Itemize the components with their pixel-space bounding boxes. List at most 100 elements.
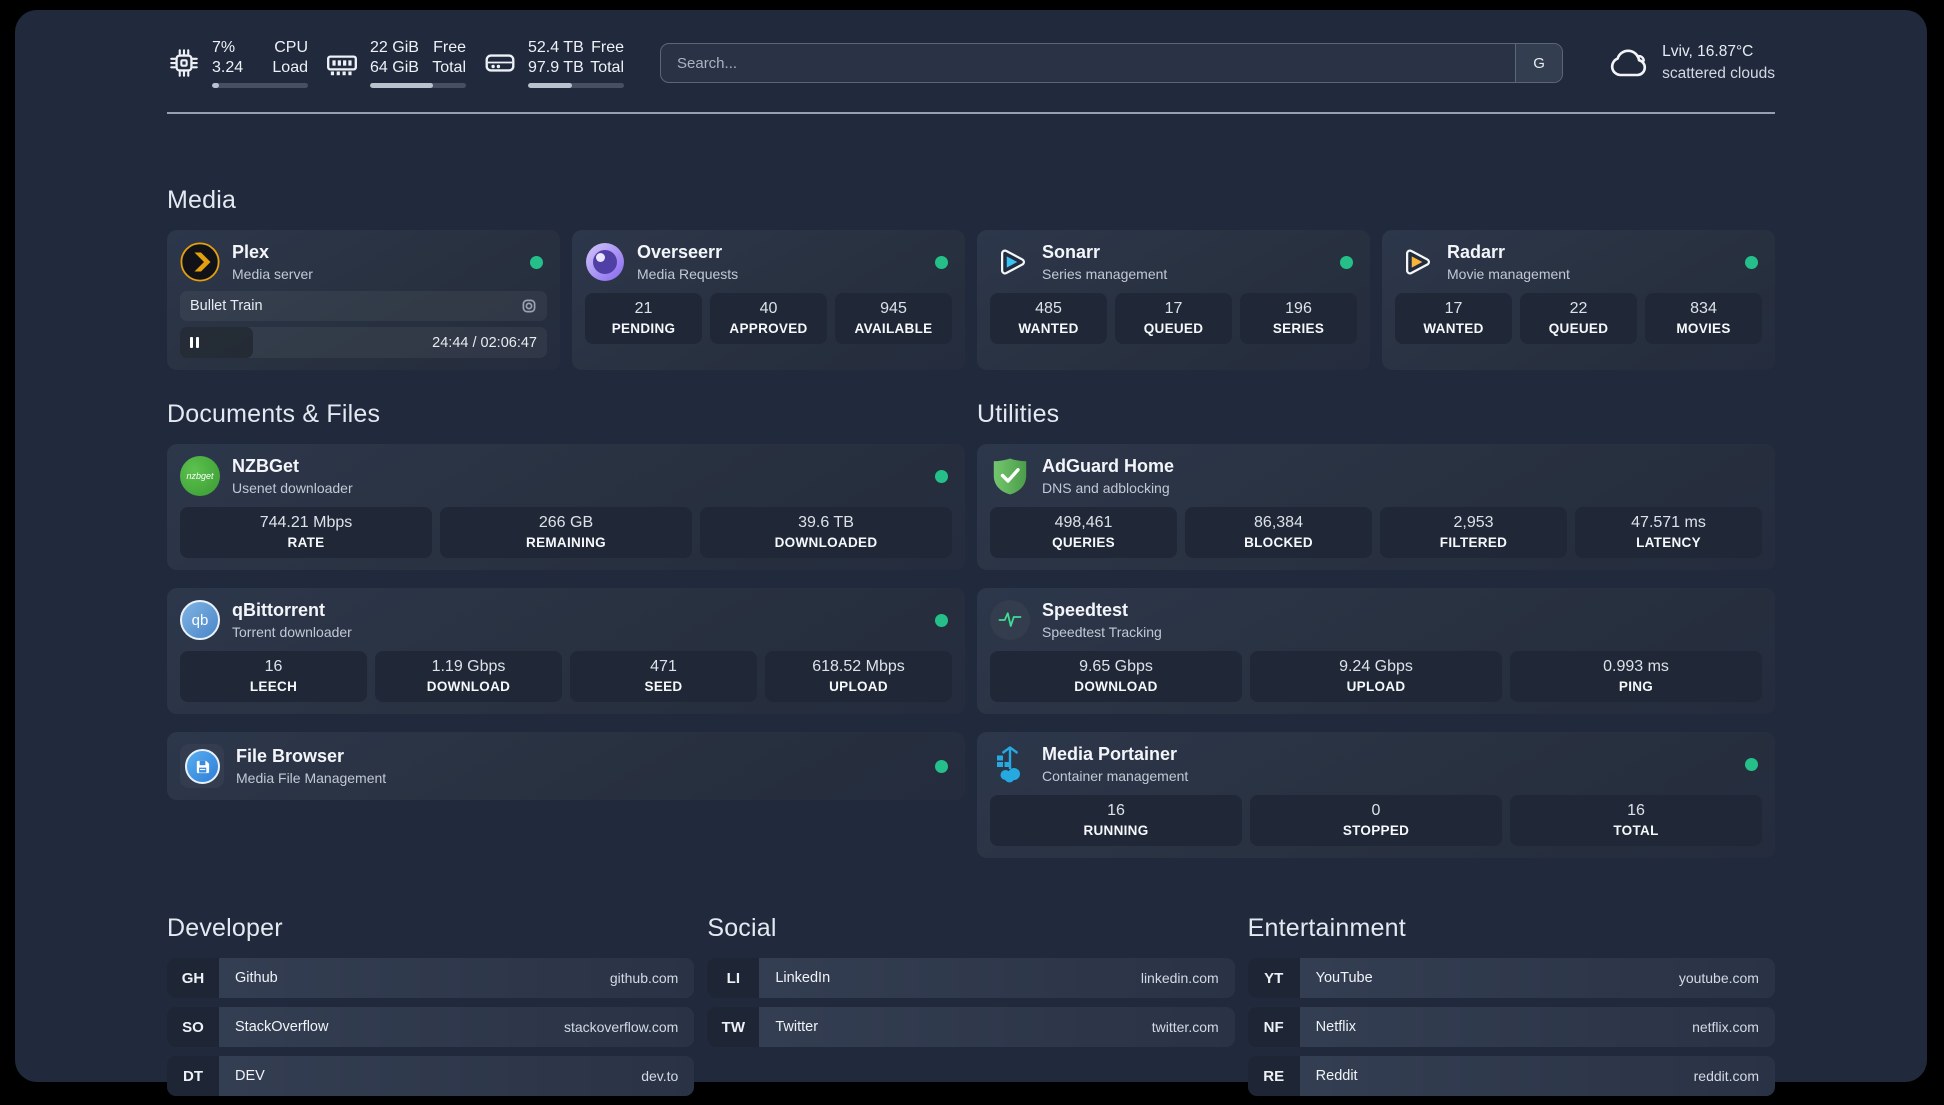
stat-tile: 16 RUNNING bbox=[990, 795, 1242, 846]
stat-tile: 744.21 Mbps RATE bbox=[180, 507, 432, 558]
bookmark-name: DEV bbox=[235, 1068, 265, 1084]
bookmark-twitter[interactable]: TW Twitter twitter.com bbox=[707, 1007, 1235, 1047]
search-bar: G bbox=[660, 43, 1564, 83]
playback-time: 24:44 / 02:06:47 bbox=[432, 334, 537, 351]
search-input[interactable] bbox=[661, 44, 1516, 82]
app-card-radarr[interactable]: Radarr Movie management 17 WANTED 22 QUE… bbox=[1382, 230, 1775, 370]
app-title: Sonarr bbox=[1042, 242, 1101, 263]
stat-tile: 2,953 FILTERED bbox=[1380, 507, 1567, 558]
stat-tile: 22 QUEUED bbox=[1520, 293, 1637, 344]
app-card-adguard[interactable]: AdGuard Home DNS and adblocking 498,461 … bbox=[977, 444, 1775, 570]
storage-icon bbox=[485, 54, 515, 72]
bookmark-abbr: NF bbox=[1247, 1007, 1300, 1047]
bookmark-url: github.com bbox=[609, 970, 679, 986]
section-title-utilities: Utilities bbox=[977, 400, 1060, 428]
search-engine-button[interactable]: G bbox=[1515, 44, 1563, 82]
bookmark-name: StackOverflow bbox=[235, 1019, 329, 1035]
bookmark-dev[interactable]: DT DEV dev.to bbox=[167, 1056, 695, 1096]
speedtest-icon bbox=[990, 600, 1030, 640]
bookmark-linkedin[interactable]: LI LinkedIn linkedin.com bbox=[707, 958, 1235, 998]
portainer-icon bbox=[997, 746, 1020, 783]
bookmark-github[interactable]: GH Github github.com bbox=[167, 958, 695, 998]
floppy-icon bbox=[196, 760, 209, 773]
memory-total-label: Total bbox=[432, 59, 466, 76]
stat-tile: 498,461 QUERIES bbox=[990, 507, 1177, 558]
memory-total-value: 64 GiB bbox=[370, 59, 419, 76]
stat-tile: 834 MOVIES bbox=[1645, 293, 1762, 344]
app-card-plex[interactable]: Plex Media server Bullet Train 24:44 / 0… bbox=[167, 230, 560, 370]
app-card-qbittorrent[interactable]: qb qBittorrent Torrent downloader 16 LEE… bbox=[167, 588, 965, 714]
bookmark-abbr: RE bbox=[1247, 1056, 1300, 1096]
app-subtitle: Media Requests bbox=[637, 265, 739, 282]
status-dot bbox=[935, 759, 948, 773]
bookmark-url: reddit.com bbox=[1693, 1068, 1759, 1084]
bookmark-abbr: DT bbox=[167, 1056, 219, 1096]
section-title-social: Social bbox=[707, 914, 777, 942]
memory-progress-bar bbox=[370, 83, 466, 88]
app-card-speedtest[interactable]: Speedtest Speedtest Tracking 9.65 Gbps D… bbox=[977, 588, 1775, 714]
app-card-portainer[interactable]: Media Portainer Container management 16 … bbox=[977, 732, 1775, 858]
app-card-nzbget[interactable]: nzbget NZBGet Usenet downloader 744.21 M… bbox=[167, 444, 965, 570]
stat-tile: 16 TOTAL bbox=[1510, 795, 1762, 846]
storage-free-value: 52.4 TB bbox=[528, 39, 584, 56]
overseerr-icon bbox=[586, 243, 624, 281]
stat-tile: 0.993 ms PING bbox=[1510, 651, 1762, 702]
bookmark-name: Netflix bbox=[1315, 1019, 1356, 1035]
cpu-load-label: Load bbox=[272, 59, 308, 76]
memory-stat: 22 GiB 64 GiB Free Total bbox=[325, 38, 466, 88]
weather-widget: Lviv, 16.87°C scattered clouds bbox=[1607, 41, 1775, 84]
memory-free-label: Free bbox=[433, 39, 466, 56]
section-title-documents: Documents & Files bbox=[167, 400, 381, 428]
stat-tile: 471 SEED bbox=[570, 651, 757, 702]
app-subtitle: Container management bbox=[1042, 767, 1189, 784]
radarr-icon bbox=[1406, 249, 1430, 275]
cpu-progress-bar bbox=[212, 83, 308, 88]
system-stats: 7% 3.24 CPU Load 22 GiB 64 GiB Free Tota… bbox=[167, 38, 624, 88]
app-card-sonarr[interactable]: Sonarr Series management 485 WANTED 17 Q… bbox=[977, 230, 1370, 370]
stat-tile: 266 GB REMAINING bbox=[440, 507, 692, 558]
stat-tile: 485 WANTED bbox=[990, 293, 1107, 344]
memory-progress-fill bbox=[370, 83, 434, 88]
bookmark-abbr: GH bbox=[167, 958, 219, 998]
bookmark-netflix[interactable]: NF Netflix netflix.com bbox=[1247, 1007, 1775, 1047]
app-title: qBittorrent bbox=[232, 600, 325, 621]
bookmark-url: netflix.com bbox=[1692, 1019, 1759, 1035]
app-title: Plex bbox=[232, 242, 270, 263]
cloud-icon bbox=[1611, 49, 1647, 77]
app-card-filebrowser[interactable]: File Browser Media File Management bbox=[167, 732, 965, 800]
memory-free-value: 22 GiB bbox=[370, 39, 419, 56]
bookmark-reddit[interactable]: RE Reddit reddit.com bbox=[1247, 1056, 1775, 1096]
bookmark-url: youtube.com bbox=[1678, 970, 1759, 986]
bookmark-url: linkedin.com bbox=[1140, 970, 1219, 986]
section-developer: Developer GH Github github.com SO StackO… bbox=[167, 914, 695, 1105]
weather-location-temp: Lviv, 16.87°C bbox=[1662, 43, 1754, 61]
filebrowser-icon bbox=[180, 744, 224, 788]
bookmark-name: LinkedIn bbox=[775, 970, 831, 986]
pause-icon[interactable] bbox=[190, 337, 199, 348]
bookmark-abbr: YT bbox=[1247, 958, 1300, 998]
plex-icon bbox=[180, 242, 220, 282]
app-subtitle: Usenet downloader bbox=[232, 479, 353, 496]
app-title: Radarr bbox=[1447, 242, 1506, 263]
app-title: AdGuard Home bbox=[1042, 456, 1175, 477]
stat-tile: 196 SERIES bbox=[1240, 293, 1357, 344]
cpu-stat: 7% 3.24 CPU Load bbox=[167, 38, 308, 88]
app-card-overseerr[interactable]: Overseerr Media Requests 21 PENDING 40 A… bbox=[572, 230, 965, 370]
status-dot bbox=[935, 613, 948, 627]
stat-tile: 945 AVAILABLE bbox=[835, 293, 952, 344]
bookmark-name: Github bbox=[235, 970, 278, 986]
stat-tile: 86,384 BLOCKED bbox=[1185, 507, 1372, 558]
player-settings-icon[interactable] bbox=[521, 298, 537, 314]
bookmark-url: dev.to bbox=[641, 1068, 679, 1084]
section-entertainment: Entertainment YT YouTube youtube.com NF … bbox=[1247, 914, 1775, 1105]
plex-now-playing: Bullet Train 24:44 / 02:06:47 bbox=[180, 291, 547, 358]
weather-condition: scattered clouds bbox=[1662, 65, 1775, 82]
stat-tile: 40 APPROVED bbox=[710, 293, 827, 344]
cpu-progress-fill bbox=[212, 83, 219, 88]
app-subtitle: Movie management bbox=[1447, 265, 1570, 282]
stat-tile: 21 PENDING bbox=[585, 293, 702, 344]
stat-tile: 618.52 Mbps UPLOAD bbox=[765, 651, 952, 702]
storage-total-value: 97.9 TB bbox=[528, 59, 584, 76]
bookmark-stackoverflow[interactable]: SO StackOverflow stackoverflow.com bbox=[167, 1007, 695, 1047]
bookmark-youtube[interactable]: YT YouTube youtube.com bbox=[1247, 958, 1775, 998]
